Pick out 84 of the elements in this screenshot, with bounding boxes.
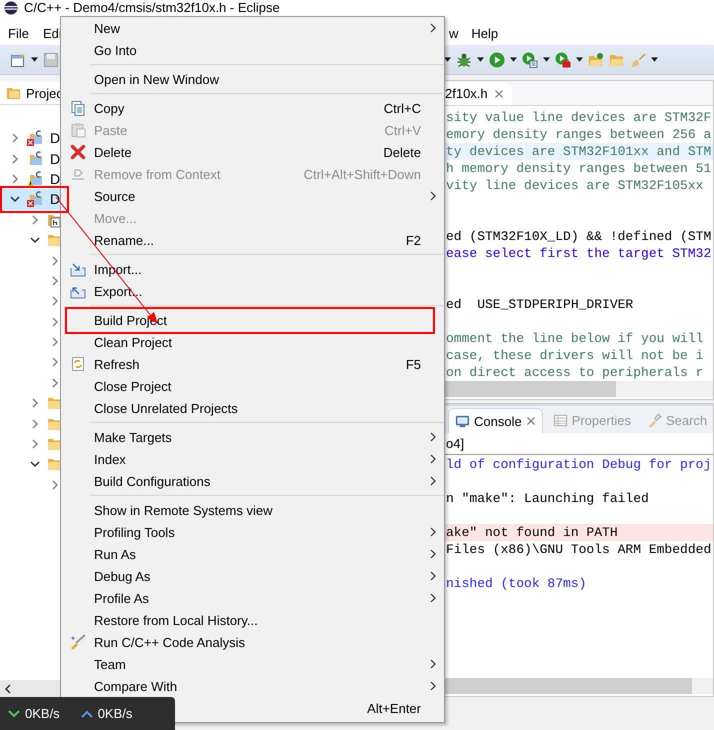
- menu-item[interactable]: Profile As: [61, 587, 444, 609]
- folder-icon: [47, 436, 63, 452]
- folder-icon: [6, 85, 22, 101]
- code-line: ease select first the target STM32: [446, 246, 712, 261]
- code-analysis-icon: [70, 634, 86, 650]
- menu-item[interactable]: Refresh F5: [61, 353, 444, 375]
- refresh-icon: [70, 356, 86, 372]
- menu-item[interactable]: Delete Delete: [61, 141, 444, 163]
- menu-item[interactable]: Profiling Tools: [61, 521, 444, 543]
- console-line: ld of configuration Debug for proj: [446, 457, 712, 472]
- code-line: vity line devices are STM32F105xx: [446, 178, 704, 193]
- paste-icon: [70, 122, 86, 138]
- menu-item[interactable]: Run As: [61, 543, 444, 565]
- code-line: h memory density ranges between 51: [446, 161, 712, 176]
- console-line: n "make": Launching failed: [446, 491, 649, 506]
- download-speed: 0KB/s: [25, 706, 60, 721]
- code-line: ty devices are STM32F101xx and STM: [446, 144, 712, 159]
- menu-item[interactable]: Source: [61, 185, 444, 207]
- highlight-frame: [0, 186, 69, 213]
- menu-item[interactable]: New: [61, 17, 444, 39]
- menu-item[interactable]: Close Unrelated Projects: [61, 397, 444, 419]
- menu-item[interactable]: Rename... F2: [61, 229, 444, 251]
- console-header: o4]: [446, 436, 464, 451]
- menu-item[interactable]: Restore from Local History...: [61, 609, 444, 631]
- code-line: omment the line below if you will: [446, 331, 704, 346]
- code-line: sity value line devices are STM32F: [446, 110, 712, 125]
- dropdown-arrow-icon[interactable]: [651, 57, 658, 62]
- horizontal-scrollbar[interactable]: [444, 381, 713, 397]
- monitor-icon: [455, 414, 470, 428]
- close-icon[interactable]: [494, 88, 504, 98]
- menu-bar-item[interactable]: w: [449, 26, 458, 41]
- menu-bar-item[interactable]: Help: [471, 26, 498, 41]
- table-icon: [552, 413, 568, 428]
- dropdown-arrow-icon[interactable]: [543, 57, 550, 62]
- menu-item[interactable]: Compare With: [61, 675, 444, 697]
- menu-item[interactable]: Close Project: [61, 375, 444, 397]
- menu-item[interactable]: Show in Remote Systems view: [61, 499, 444, 521]
- code-line: case, these drivers will not be i: [446, 348, 704, 363]
- code-line: ed USE_STDPERIPH_DRIVER: [446, 297, 634, 312]
- project-name: D: [50, 170, 60, 187]
- project-name: D: [50, 191, 60, 208]
- import-icon: [70, 261, 86, 277]
- new-icon[interactable]: [10, 52, 26, 68]
- code-line: ed (STM32F10X_LD) && !defined (STM: [446, 229, 712, 244]
- menu-item[interactable]: Build Configurations: [61, 470, 444, 492]
- menu-item[interactable]: Team: [61, 653, 444, 675]
- code-line: emory density ranges between 256 a: [446, 127, 712, 142]
- console-line: ake" not found in PATH: [446, 525, 618, 540]
- dropdown-arrow-icon[interactable]: [510, 57, 517, 62]
- menu-item[interactable]: Go Into: [61, 39, 444, 61]
- flashlight-icon: [646, 413, 662, 428]
- menu-item[interactable]: Clean Project: [61, 331, 444, 353]
- menu-bar-item[interactable]: File: [8, 26, 29, 41]
- window-title: C/C++ - Demo4/cmsis/stm32f10x.h - Eclipse: [24, 1, 280, 15]
- folder-icon: [47, 456, 63, 472]
- project-name: D: [50, 130, 60, 146]
- console-line: Files (x86)\GNU Tools ARM Embedded: [446, 542, 712, 557]
- folder-icon: [47, 395, 63, 412]
- scroll-left-icon[interactable]: [4, 684, 12, 694]
- run-icon[interactable]: [489, 52, 505, 68]
- run-configuration-icon[interactable]: [522, 52, 538, 68]
- dropdown-arrow-icon[interactable]: [31, 57, 38, 62]
- delete-icon: [70, 144, 86, 160]
- menu-item[interactable]: Make Targets: [61, 426, 444, 448]
- save-icon[interactable]: [43, 52, 59, 68]
- menu-item[interactable]: Index: [61, 448, 444, 470]
- menu-item[interactable]: Debug As: [61, 565, 444, 587]
- open-folder-icon[interactable]: [588, 52, 604, 68]
- close-icon[interactable]: [526, 416, 536, 426]
- brush-icon[interactable]: [630, 52, 646, 68]
- console-line: nished (took 87ms): [446, 576, 586, 591]
- menu-item[interactable]: Run C/C++ Code Analysis: [61, 631, 444, 653]
- folder-icon: [47, 232, 63, 248]
- dropdown-arrow-icon[interactable]: [576, 57, 583, 62]
- project-name: D: [50, 150, 60, 167]
- dropdown-arrow-icon[interactable]: [477, 57, 484, 62]
- upload-speed: 0KB/s: [98, 706, 132, 721]
- horizontal-scrollbar[interactable]: [444, 678, 713, 694]
- view-tab[interactable]: Console: [448, 408, 543, 433]
- code-line: on direct access to peripherals r: [446, 365, 704, 380]
- editor-tab[interactable]: 2f10x.h: [444, 82, 512, 105]
- bug-icon[interactable]: [456, 52, 472, 68]
- external-tools-icon[interactable]: [555, 52, 571, 68]
- copy-icon: [70, 100, 86, 116]
